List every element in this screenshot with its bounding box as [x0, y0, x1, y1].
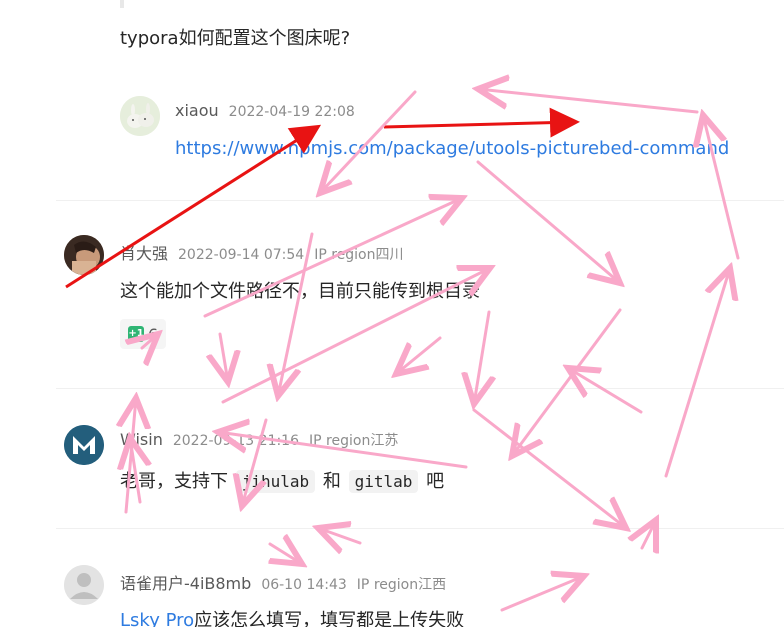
comment-text: 这个能加个文件路径不，目前只能传到根目录	[120, 281, 480, 302]
photo-avatar-icon	[64, 235, 104, 275]
quote-bar	[120, 0, 124, 8]
letter-m-avatar-icon	[64, 425, 104, 465]
avatar[interactable]	[64, 425, 104, 465]
comment-item: 肖大强 2022-09-14 07:54 IP region四川 这个能加个文件…	[56, 200, 784, 389]
inline-code: gitlab	[348, 470, 419, 493]
author-name[interactable]: xiaou	[175, 101, 219, 120]
pink-arrow	[478, 89, 699, 114]
red-arrow	[383, 107, 580, 138]
inline-code: jihulab	[235, 470, 316, 493]
like-button[interactable]: +1 6	[120, 319, 167, 349]
comment-meta: 语雀用户-4iB8mb 06-10 14:43 IP region江西	[120, 570, 446, 594]
text-segment: 和	[322, 471, 341, 492]
avatar[interactable]	[120, 96, 160, 136]
reply-meta: xiaou 2022-04-19 22:08	[175, 101, 365, 120]
comment-meta: 肖大强 2022-09-14 07:54 IP region四川	[120, 240, 404, 264]
timestamp: 2022-09-14 07:54	[178, 247, 305, 263]
timestamp: 2022-04-19 22:08	[228, 104, 355, 120]
comment-item: Wisin 2022-09-13 21:16 IP region江苏 老哥，支持…	[56, 388, 784, 529]
comment-item: 语雀用户-4iB8mb 06-10 14:43 IP region江西 Lsky…	[56, 528, 784, 627]
author-name[interactable]: Wisin	[120, 430, 163, 449]
comment-text: 老哥，支持下 jihulab 和 gitlab 吧	[120, 467, 444, 493]
text-segment: 吧	[426, 471, 445, 492]
ip-region: IP region江苏	[309, 433, 399, 449]
timestamp: 2022-09-13 21:16	[172, 433, 300, 449]
plus-one-icon: +1	[128, 326, 144, 342]
comment-text: Lsky Pro应该怎么填写，填写都是上传失败	[120, 606, 464, 627]
ip-region: IP region四川	[314, 247, 404, 263]
comment-meta: Wisin 2022-09-13 21:16 IP region江苏	[120, 430, 398, 450]
author-name[interactable]: 语雀用户-4iB8mb	[120, 570, 251, 594]
author-name[interactable]: 肖大强	[120, 240, 168, 264]
question-text: typora如何配置这个图床呢?	[120, 28, 351, 49]
lsky-pro-link[interactable]: Lsky Pro	[120, 610, 194, 627]
avatar[interactable]	[64, 235, 104, 275]
like-count: 6	[148, 324, 159, 344]
reply-link[interactable]: https://www.npmjs.com/package/utools-pic…	[175, 138, 729, 159]
bunny-avatar-icon	[120, 96, 160, 136]
text-segment: 老哥，支持下	[120, 471, 228, 492]
text-segment: 应该怎么填写，填写都是上传失败	[194, 610, 465, 627]
comment-thread: typora如何配置这个图床呢? xiaou 2022-04-19 22:08 …	[0, 0, 784, 627]
default-user-avatar-icon	[64, 565, 104, 605]
timestamp: 06-10 14:43	[261, 577, 347, 593]
ip-region: IP region江西	[356, 577, 447, 593]
avatar[interactable]	[64, 565, 104, 605]
